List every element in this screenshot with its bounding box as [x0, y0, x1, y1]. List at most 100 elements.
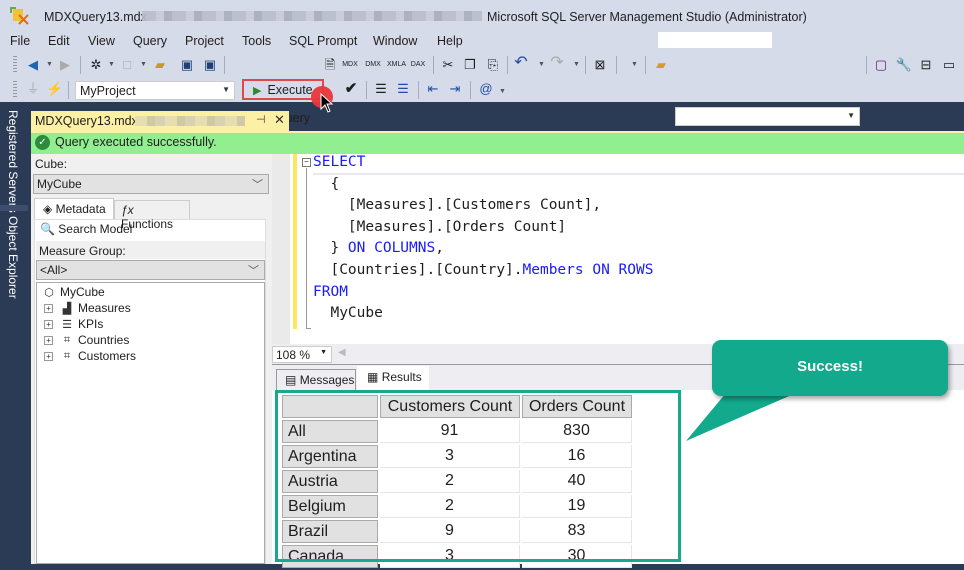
redo-dropdown-icon[interactable]: ▼: [573, 61, 580, 68]
toolbar-overflow-icon[interactable]: ▼: [499, 88, 506, 95]
tree-node-label: MyCube: [60, 285, 105, 299]
tab-functions[interactable]: ƒx Functions: [114, 200, 190, 231]
function-icon: ƒx: [121, 203, 134, 217]
menu-project[interactable]: Project: [185, 34, 224, 48]
query-options-icon[interactable]: ☰: [394, 81, 412, 97]
change-connection-icon[interactable]: ⚡: [46, 81, 64, 97]
code-line[interactable]: [Countries].[Country].Members ON ROWS: [313, 262, 653, 278]
menu-sql-prompt[interactable]: SQL Prompt: [289, 34, 357, 48]
find-in-files-icon[interactable]: ▰: [652, 57, 670, 73]
solution-config-dropdown-icon[interactable]: ▼: [631, 61, 638, 68]
add-item-dropdown-icon[interactable]: ▼: [140, 61, 147, 68]
parse-checkmark-icon[interactable]: ✔: [342, 81, 360, 97]
separator: [80, 56, 81, 74]
tab-messages[interactable]: ▤ Messages: [276, 369, 356, 390]
collapse-icon[interactable]: −: [302, 158, 311, 167]
tree-node-countries[interactable]: + ⌗ Countries: [44, 333, 129, 347]
close-icon[interactable]: ✕: [274, 112, 285, 128]
new-project-icon[interactable]: ✲: [87, 57, 105, 73]
registered-servers-tab[interactable]: Registered Servers: [6, 110, 20, 213]
decrease-indent-icon[interactable]: ⇤: [424, 81, 442, 97]
add-item-icon[interactable]: □: [118, 57, 136, 73]
back-dropdown-icon[interactable]: ▼: [46, 61, 53, 68]
expand-icon[interactable]: +: [44, 303, 53, 313]
object-explorer-tab[interactable]: Object Explorer: [6, 216, 20, 299]
measure-group-select[interactable]: <All> ﹀: [36, 260, 265, 280]
code-text: MyCube: [313, 305, 383, 322]
cube-select[interactable]: MyCube ﹀: [33, 174, 269, 194]
undo-dropdown-icon[interactable]: ▼: [538, 61, 545, 68]
rail-separator: [0, 205, 28, 211]
search-model-button[interactable]: 🔍 Search Model: [40, 222, 132, 236]
code-line[interactable]: } ON COLUMNS,: [313, 240, 444, 256]
dmx-query-icon[interactable]: DMX: [364, 56, 382, 74]
current-line-highlight: [313, 154, 964, 175]
project-combo[interactable]: MyProject ▼: [75, 81, 235, 100]
paste-icon[interactable]: ⎘: [484, 57, 502, 73]
solution-explorer-icon[interactable]: ▢: [872, 57, 890, 73]
toolbar-grip[interactable]: [13, 56, 17, 74]
expand-icon[interactable]: +: [44, 351, 53, 361]
save-all-icon[interactable]: ▣: [201, 57, 219, 73]
specify-template-values-icon[interactable]: @: [477, 81, 495, 97]
increase-indent-icon[interactable]: ⇥: [446, 81, 464, 97]
find-combo[interactable]: ▼: [675, 107, 860, 126]
chevron-down-icon: ▼: [847, 111, 855, 120]
command-window-icon[interactable]: ▭: [940, 57, 958, 73]
tree-node-measures[interactable]: + ▟ Measures: [44, 301, 131, 315]
copy-icon[interactable]: ❐: [461, 57, 479, 73]
tree-node-customers[interactable]: + ⌗ Customers: [44, 349, 136, 363]
code-text: ,: [435, 240, 444, 257]
separator: [645, 56, 646, 74]
menu-view[interactable]: View: [88, 34, 115, 48]
tab-results[interactable]: ▦ Results: [357, 366, 429, 390]
back-icon[interactable]: ◀: [24, 57, 42, 73]
cut-icon[interactable]: ✂: [439, 57, 457, 73]
pin-icon[interactable]: ⊣: [256, 113, 266, 126]
chevron-down-icon: ﹀: [248, 265, 259, 277]
connect-icon[interactable]: ⏚: [24, 81, 42, 97]
code-line[interactable]: SELECT: [313, 154, 365, 170]
menu-tools[interactable]: Tools: [242, 34, 271, 48]
tab-metadata[interactable]: ◈ Metadata: [34, 198, 114, 219]
code-line[interactable]: FROM: [313, 284, 348, 300]
code-text: [Measures].[Customers Count],: [313, 197, 602, 214]
expand-icon[interactable]: +: [44, 319, 53, 329]
save-icon[interactable]: ▣: [178, 57, 196, 73]
panel-splitter[interactable]: [272, 154, 290, 344]
code-keyword: Members ON ROWS: [522, 262, 654, 278]
expand-icon[interactable]: +: [44, 335, 53, 345]
activity-monitor-icon[interactable]: ⊠: [591, 57, 609, 73]
dax-query-icon[interactable]: DAX: [409, 56, 427, 74]
code-line[interactable]: [Measures].[Orders Count]: [313, 219, 566, 235]
toolbar-grip[interactable]: [13, 81, 17, 99]
menu-help[interactable]: Help: [437, 34, 463, 48]
menu-query[interactable]: Query: [133, 34, 167, 48]
tab-results-label: Results: [381, 370, 422, 384]
new-project-dropdown-icon[interactable]: ▼: [108, 61, 115, 68]
code-line[interactable]: MyCube: [313, 305, 383, 322]
metadata-icon: ◈: [43, 202, 53, 216]
forward-icon[interactable]: ▶: [56, 57, 74, 73]
code-line[interactable]: {: [313, 176, 339, 192]
menu-edit[interactable]: Edit: [48, 34, 70, 48]
success-check-icon: ✓: [35, 135, 50, 150]
results-to-text-icon[interactable]: ☰: [372, 81, 390, 97]
undo-icon[interactable]: ↶: [512, 55, 530, 71]
tree-node-kpis[interactable]: + ☰ KPIs: [44, 317, 103, 331]
redo-icon[interactable]: ↷: [548, 55, 566, 71]
menu-file[interactable]: File: [10, 34, 30, 48]
mdx-query-icon[interactable]: MDX: [341, 56, 359, 74]
zoom-select[interactable]: 108 % ▼: [272, 346, 332, 363]
menu-window[interactable]: Window: [373, 34, 417, 48]
database-engine-query-icon[interactable]: 🗎: [321, 57, 339, 73]
toolbox-icon[interactable]: ⊟: [917, 57, 935, 73]
callout-pointer: [686, 393, 796, 441]
scroll-left-icon[interactable]: ◀: [338, 347, 346, 358]
open-file-icon[interactable]: ▰: [151, 57, 169, 73]
tree-node-root[interactable]: ⬡ MyCube: [42, 285, 105, 299]
code-line[interactable]: [Measures].[Customers Count],: [313, 197, 601, 213]
xmla-query-icon[interactable]: XMLA: [387, 56, 406, 74]
quick-launch-input[interactable]: [658, 32, 772, 48]
properties-icon[interactable]: 🔧: [895, 57, 913, 73]
